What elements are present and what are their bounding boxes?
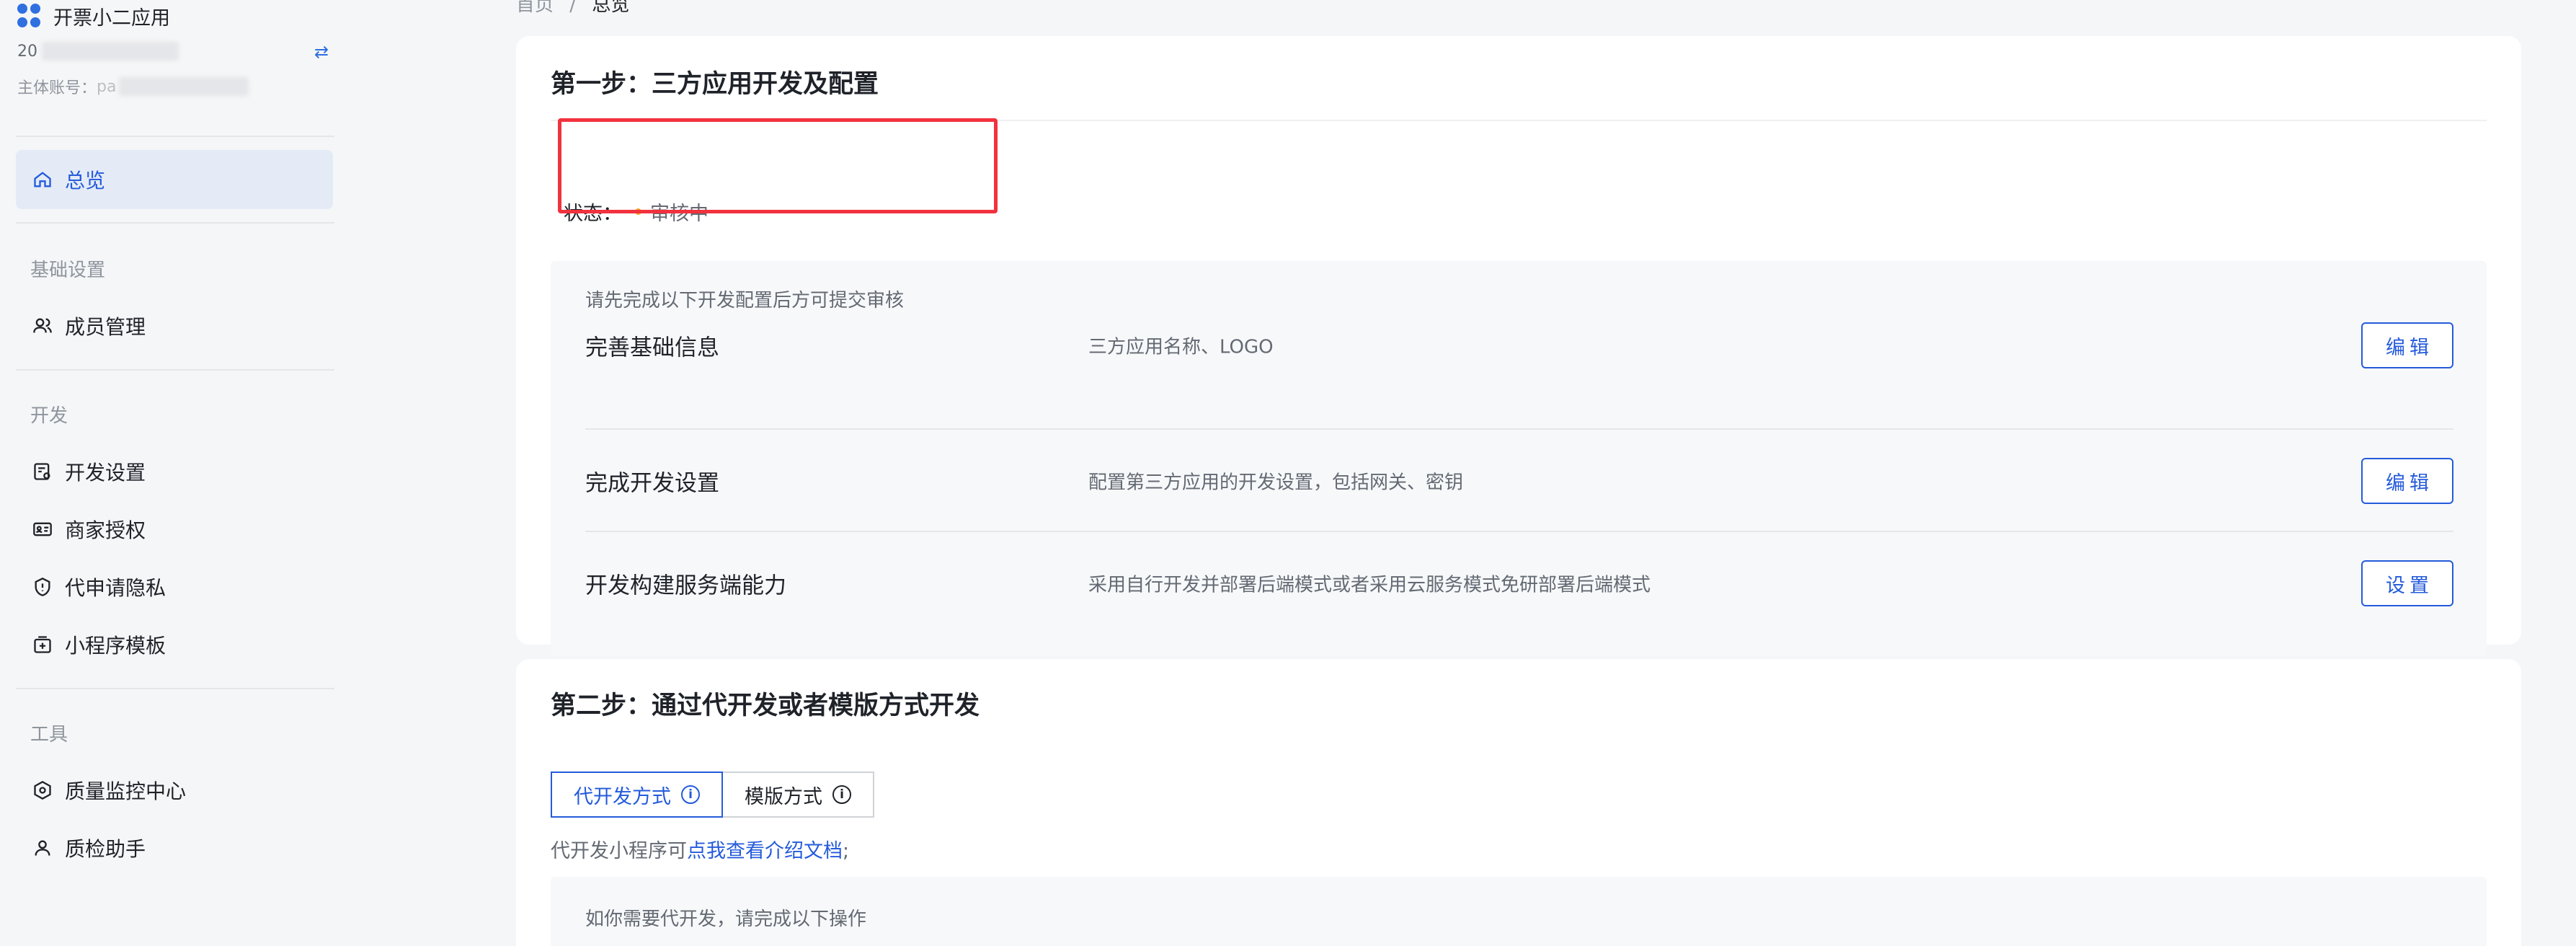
- sidebar-item-members[interactable]: 成员管理: [16, 296, 333, 355]
- subject-prefix: pa: [97, 77, 117, 96]
- sidebar-item-merchant-auth[interactable]: 商家授权: [16, 500, 333, 559]
- sidebar-item-templates[interactable]: 小程序模板: [16, 615, 333, 674]
- server-settings-button[interactable]: 设置: [2361, 560, 2453, 606]
- row-title: 完成开发设置: [585, 470, 719, 497]
- config-row-server-capability: 开发构建服务端能力 采用自行开发并部署后端模式或者采用云服务模式免研部署后端模式…: [585, 532, 2453, 635]
- sidebar-item-label: 质量监控中心: [65, 779, 187, 803]
- tab-template[interactable]: 模版方式 i: [723, 772, 874, 818]
- user-icon: [32, 837, 53, 859]
- template-box-icon: [32, 634, 53, 655]
- divider: [16, 222, 334, 224]
- proxy-dev-hint: 如你需要代开发，请完成以下操作: [585, 909, 867, 930]
- sidebar: 开票小二应用 20 ⇄ 主体账号： pa 总览 基础设置 成员管理 开发 开发设…: [0, 0, 505, 946]
- step2-card: 第二步：通过代开发或者模版方式开发 代开发方式 i 模版方式 i 代开发小程序可…: [516, 659, 2521, 946]
- dev-mode-tabs: 代开发方式 i 模版方式 i: [551, 772, 874, 818]
- subject-account: 主体账号： pa: [17, 75, 249, 98]
- divider: [16, 688, 334, 689]
- users-icon: [32, 315, 53, 337]
- tab-proxy-dev[interactable]: 代开发方式 i: [551, 772, 723, 818]
- edit-dev-settings-button[interactable]: 编辑: [2361, 458, 2453, 504]
- doc-link[interactable]: 点我查看介绍文档: [687, 840, 843, 862]
- breadcrumb: 首页 / 总览: [516, 0, 629, 17]
- group-title-dev: 开发: [30, 405, 68, 427]
- home-icon: [32, 169, 53, 190]
- doc-suffix: ;: [843, 840, 850, 862]
- sidebar-item-dev-settings[interactable]: 开发设置: [16, 442, 333, 501]
- sidebar-item-qa-assistant[interactable]: 质检助手: [16, 818, 333, 878]
- proxy-dev-panel: 如你需要代开发，请完成以下操作: [551, 877, 2487, 946]
- doc-line: 代开发小程序可点我查看介绍文档;: [551, 835, 849, 863]
- account-id: 20: [17, 42, 179, 61]
- info-icon[interactable]: i: [681, 785, 700, 804]
- settings-doc-icon: [32, 461, 53, 482]
- hexagon-icon: [32, 779, 53, 801]
- app-header: 开票小二应用: [17, 0, 170, 32]
- sidebar-item-label: 小程序模板: [65, 634, 166, 658]
- sidebar-item-label: 代申请隐私: [65, 576, 166, 600]
- sidebar-item-privacy[interactable]: 代申请隐私: [16, 557, 333, 616]
- config-row-dev-settings: 完成开发设置 配置第三方应用的开发设置，包括网关、密钥 编辑: [585, 430, 2453, 532]
- sidebar-item-label: 开发设置: [65, 461, 146, 485]
- tab-label: 模版方式: [745, 785, 822, 808]
- shield-icon: [32, 576, 53, 598]
- sidebar-item-label: 总览: [65, 169, 106, 193]
- breadcrumb-home[interactable]: 首页: [516, 0, 554, 16]
- page-root: 开票小二应用 20 ⇄ 主体账号： pa 总览 基础设置 成员管理 开发 开发设…: [0, 0, 2576, 946]
- row-desc: 采用自行开发并部署后端模式或者采用云服务模式免研部署后端模式: [1088, 574, 1651, 596]
- row-title: 开发构建服务端能力: [585, 573, 786, 599]
- row-title: 完善基础信息: [585, 335, 719, 361]
- subject-label: 主体账号：: [17, 79, 97, 97]
- group-title-basic: 基础设置: [30, 260, 106, 281]
- highlight-box: [558, 118, 998, 213]
- subject-masked: [119, 77, 249, 96]
- tab-label: 代开发方式: [574, 785, 671, 808]
- edit-basic-info-button[interactable]: 编辑: [2361, 322, 2453, 368]
- breadcrumb-separator: /: [569, 0, 577, 16]
- switch-account-icon[interactable]: ⇄: [314, 42, 329, 62]
- config-panel: 请先完成以下开发配置后方可提交审核 完善基础信息 三方应用名称、LOGO 编辑 …: [551, 261, 2487, 656]
- step1-title: 第一步：三方应用开发及配置: [551, 70, 879, 99]
- sidebar-item-label: 商家授权: [65, 518, 146, 542]
- divider: [16, 369, 334, 371]
- row-desc: 三方应用名称、LOGO: [1088, 336, 1274, 358]
- step2-title: 第二步：通过代开发或者模版方式开发: [551, 691, 980, 720]
- id-card-icon: [32, 518, 53, 540]
- sidebar-item-label: 质检助手: [65, 837, 146, 861]
- account-id-prefix: 20: [17, 42, 37, 61]
- sidebar-item-label: 成员管理: [65, 315, 146, 339]
- account-id-masked: [42, 42, 179, 61]
- sidebar-item-overview[interactable]: 总览: [16, 150, 333, 209]
- config-row-basic-info: 完善基础信息 三方应用名称、LOGO 编辑: [585, 294, 2453, 397]
- info-icon[interactable]: i: [832, 785, 851, 804]
- group-title-tools: 工具: [30, 724, 68, 746]
- app-logo-icon: [17, 4, 42, 28]
- breadcrumb-current: 总览: [592, 0, 630, 16]
- divider: [16, 136, 334, 137]
- sidebar-item-quality-center[interactable]: 质量监控中心: [16, 761, 333, 820]
- doc-prefix: 代开发小程序可: [551, 840, 687, 862]
- row-desc: 配置第三方应用的开发设置，包括网关、密钥: [1088, 472, 1464, 494]
- app-name: 开票小二应用: [53, 6, 170, 30]
